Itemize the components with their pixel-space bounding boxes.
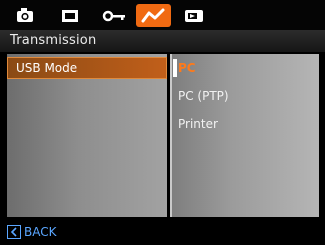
selection-cursor [173,59,177,77]
connection-icon [141,8,165,23]
camera-menu-screen: Transmission USB Mode PC PC (PTP) Printe… [0,0,325,245]
tab-memory[interactable] [52,4,88,27]
key-icon [102,10,125,22]
playback-icon [185,10,203,22]
menu-item-usb-mode[interactable]: USB Mode [7,57,167,79]
camera-icon [17,8,33,22]
back-label: BACK [24,225,57,239]
tab-bar [0,0,325,30]
section-title: Transmission [0,30,325,52]
option-pc-ptp[interactable]: PC (PTP) [178,86,229,106]
tab-connection[interactable] [136,4,171,27]
tab-playback[interactable] [176,4,212,27]
bottom-bar: BACK [0,218,325,245]
option-printer[interactable]: Printer [178,114,218,134]
tab-setup[interactable] [96,4,132,27]
memory-card-icon [62,10,78,22]
menu-panel: USB Mode [7,54,167,217]
back-arrow-icon [7,225,21,239]
back-button[interactable]: BACK [7,224,56,240]
tab-camera[interactable] [7,4,43,27]
option-pc[interactable]: PC [178,58,196,78]
options-panel: PC PC (PTP) Printer [170,54,319,217]
